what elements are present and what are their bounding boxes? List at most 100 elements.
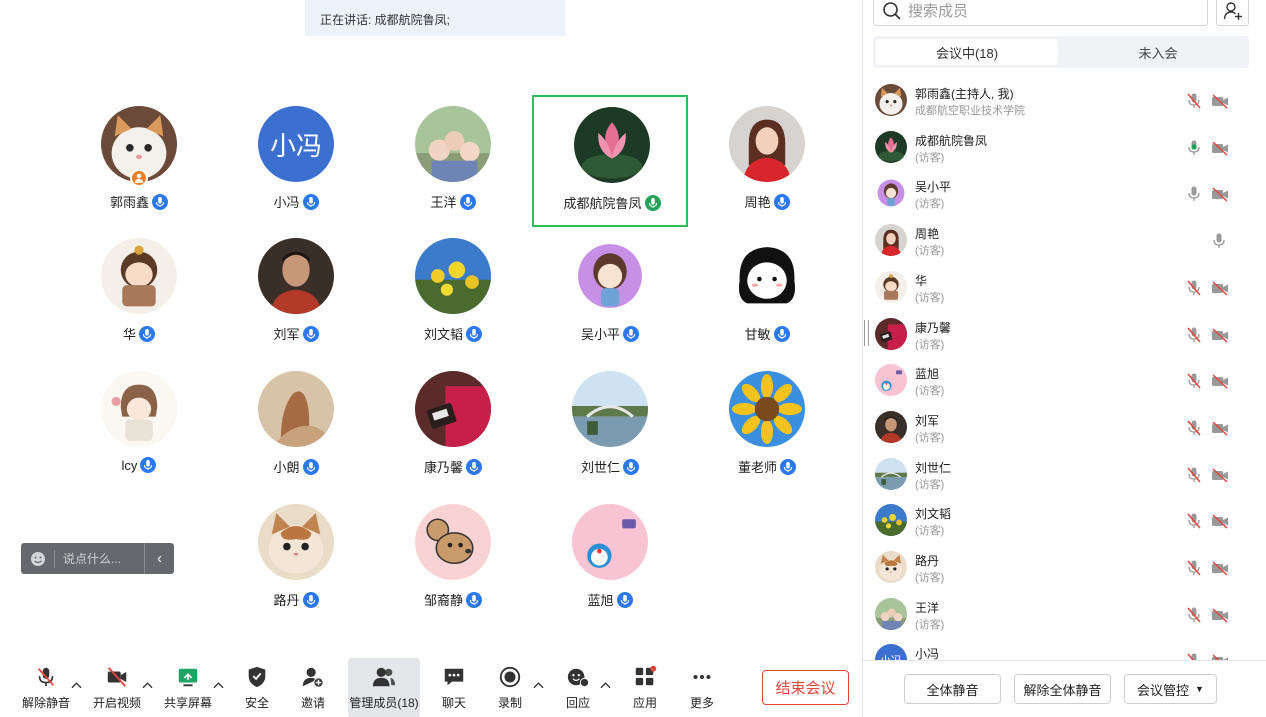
member-row[interactable]: 刘世仁 (访客): [863, 452, 1266, 498]
member-mic-icon[interactable]: [1186, 466, 1202, 484]
chevron-up-icon[interactable]: [70, 678, 82, 692]
unmute-all-button[interactable]: 解除全体静音: [1014, 674, 1111, 704]
member-row[interactable]: 康乃馨 (访客): [863, 312, 1266, 358]
member-camera-off-icon[interactable]: [1211, 559, 1229, 577]
member-mic-icon[interactable]: [1186, 419, 1202, 437]
member-mic-icon[interactable]: [1186, 512, 1202, 530]
tab-in-meeting[interactable]: 会议中(18): [876, 39, 1058, 65]
resize-handle[interactable]: [864, 320, 869, 346]
end-meeting-button[interactable]: 结束会议: [762, 670, 849, 705]
member-mic-icon[interactable]: [1186, 652, 1202, 660]
participant-tile[interactable]: 华: [61, 228, 217, 360]
participant-tile[interactable]: 刘军: [218, 228, 374, 360]
member-camera-off-icon[interactable]: [1211, 326, 1229, 344]
chat-placeholder[interactable]: 说点什么...: [54, 549, 144, 568]
chevron-up-icon[interactable]: [599, 678, 611, 692]
toolbar-button-mic-muted[interactable]: 解除静音: [20, 658, 72, 717]
participant-name: 刘文韬: [423, 327, 463, 342]
participant-tile[interactable]: 吴小平: [532, 228, 688, 360]
purple-girl-avatar: [875, 177, 907, 210]
member-row[interactable]: 王洋 (访客): [863, 592, 1266, 638]
participant-name: lcy: [121, 457, 138, 473]
member-camera-off-icon[interactable]: [1211, 185, 1229, 203]
member-mic-icon[interactable]: [1186, 185, 1202, 203]
member-row[interactable]: 吴小平 (访客): [863, 171, 1266, 217]
participant-tile[interactable]: 周艳: [689, 96, 845, 228]
toolbar-button-share-screen[interactable]: 共享屏幕: [161, 658, 215, 717]
reaction-icon: [565, 664, 591, 690]
toolbar-button-record[interactable]: 录制: [489, 658, 531, 717]
toolbar-label: 共享屏幕: [163, 696, 212, 710]
member-row[interactable]: 刘文韬 (访客): [863, 498, 1266, 544]
toolbar-button-members[interactable]: 管理成员(18): [348, 658, 420, 717]
member-mic-icon[interactable]: [1186, 279, 1202, 297]
member-mic-icon[interactable]: [1186, 92, 1202, 110]
participant-tile[interactable]: 刘世仁: [532, 361, 688, 493]
member-camera-off-icon[interactable]: [1211, 466, 1229, 484]
toolbar-button-reaction[interactable]: 回应: [556, 658, 600, 717]
member-row[interactable]: 小冯小冯: [863, 638, 1266, 660]
participant-tile[interactable]: 康乃馨: [375, 361, 531, 493]
member-row[interactable]: 华 (访客): [863, 265, 1266, 311]
kitten-avatar: [258, 504, 334, 580]
toolbar-button-camera-off[interactable]: 开启视频: [90, 658, 144, 717]
member-camera-off-icon[interactable]: [1211, 512, 1229, 530]
toolbar-button-chat[interactable]: 聊天: [433, 658, 475, 717]
participant-tile[interactable]: 蓝旭: [532, 494, 688, 626]
add-member-button[interactable]: [1216, 0, 1249, 26]
collapse-chevron-icon[interactable]: ‹: [144, 543, 174, 574]
member-row[interactable]: 蓝旭 (访客): [863, 358, 1266, 404]
participant-tile[interactable]: 路丹: [218, 494, 374, 626]
participant-tile[interactable]: 小朗: [218, 361, 374, 493]
toolbar-button-more[interactable]: 更多: [680, 658, 724, 717]
member-camera-off-icon[interactable]: [1211, 652, 1229, 660]
member-row[interactable]: 刘军 (访客): [863, 405, 1266, 451]
participant-name: 周艳: [744, 195, 771, 210]
participant-tile[interactable]: 甘敏: [689, 228, 845, 360]
participant-tile[interactable]: 王洋: [375, 96, 531, 228]
participant-name: 华: [122, 327, 136, 342]
member-camera-off-icon[interactable]: [1211, 139, 1229, 157]
participant-tile[interactable]: 邹裔静: [375, 494, 531, 626]
member-camera-off-icon[interactable]: [1211, 279, 1229, 297]
member-camera-off-icon[interactable]: [1211, 372, 1229, 390]
member-role: 成都航空职业技术学院: [915, 105, 1025, 117]
member-row[interactable]: 路丹 (访客): [863, 545, 1266, 591]
member-role: (访客): [915, 572, 945, 584]
tab-not-joined[interactable]: 未入会: [1067, 39, 1249, 65]
participant-tile[interactable]: 成都航院鲁凤: [532, 95, 688, 227]
member-search[interactable]: [873, 0, 1208, 26]
member-mic-icon[interactable]: [1186, 372, 1202, 390]
mute-all-button[interactable]: 全体静音: [904, 674, 1001, 704]
meeting-control-button[interactable]: 会议管控 ▼: [1124, 674, 1217, 704]
member-camera-off-icon[interactable]: [1211, 92, 1229, 110]
member-mic-icon[interactable]: [1186, 559, 1202, 577]
chevron-up-icon[interactable]: [141, 678, 153, 692]
toolbar-button-invite[interactable]: 邀请: [292, 658, 334, 717]
member-mic-icon[interactable]: [1186, 606, 1202, 624]
member-tabs: 会议中(18) 未入会: [873, 36, 1249, 68]
emoji-icon[interactable]: [30, 551, 46, 567]
participant-tile[interactable]: 董老师: [689, 361, 845, 493]
participant-tile[interactable]: 郭雨鑫: [61, 96, 217, 228]
participant-name: 成都航院鲁凤: [563, 196, 642, 211]
participant-tile[interactable]: lcy: [61, 361, 217, 493]
member-mic-icon[interactable]: [1186, 139, 1202, 157]
toolbar-button-shield[interactable]: 安全: [236, 658, 278, 717]
member-mic-icon[interactable]: [1211, 232, 1227, 250]
chevron-up-icon[interactable]: [212, 678, 224, 692]
participant-avatar: [415, 238, 491, 314]
member-name: 吴小平: [915, 180, 952, 195]
member-mic-icon[interactable]: [1186, 326, 1202, 344]
toolbar-button-apps[interactable]: 应用: [623, 658, 667, 717]
participant-tile[interactable]: 小冯 小冯: [218, 96, 374, 228]
participant-tile[interactable]: 刘文韬: [375, 228, 531, 360]
member-row[interactable]: 成都航院鲁凤 (访客): [863, 125, 1266, 171]
member-camera-off-icon[interactable]: [1211, 606, 1229, 624]
chat-quick-input[interactable]: 说点什么... ‹: [21, 543, 174, 574]
member-camera-off-icon[interactable]: [1211, 419, 1229, 437]
member-row[interactable]: 郭雨鑫(主持人, 我) 成都航空职业技术学院: [863, 78, 1266, 124]
member-row[interactable]: 周艳 (访客): [863, 218, 1266, 264]
chevron-up-icon[interactable]: [532, 678, 544, 692]
search-input[interactable]: [908, 2, 1188, 20]
